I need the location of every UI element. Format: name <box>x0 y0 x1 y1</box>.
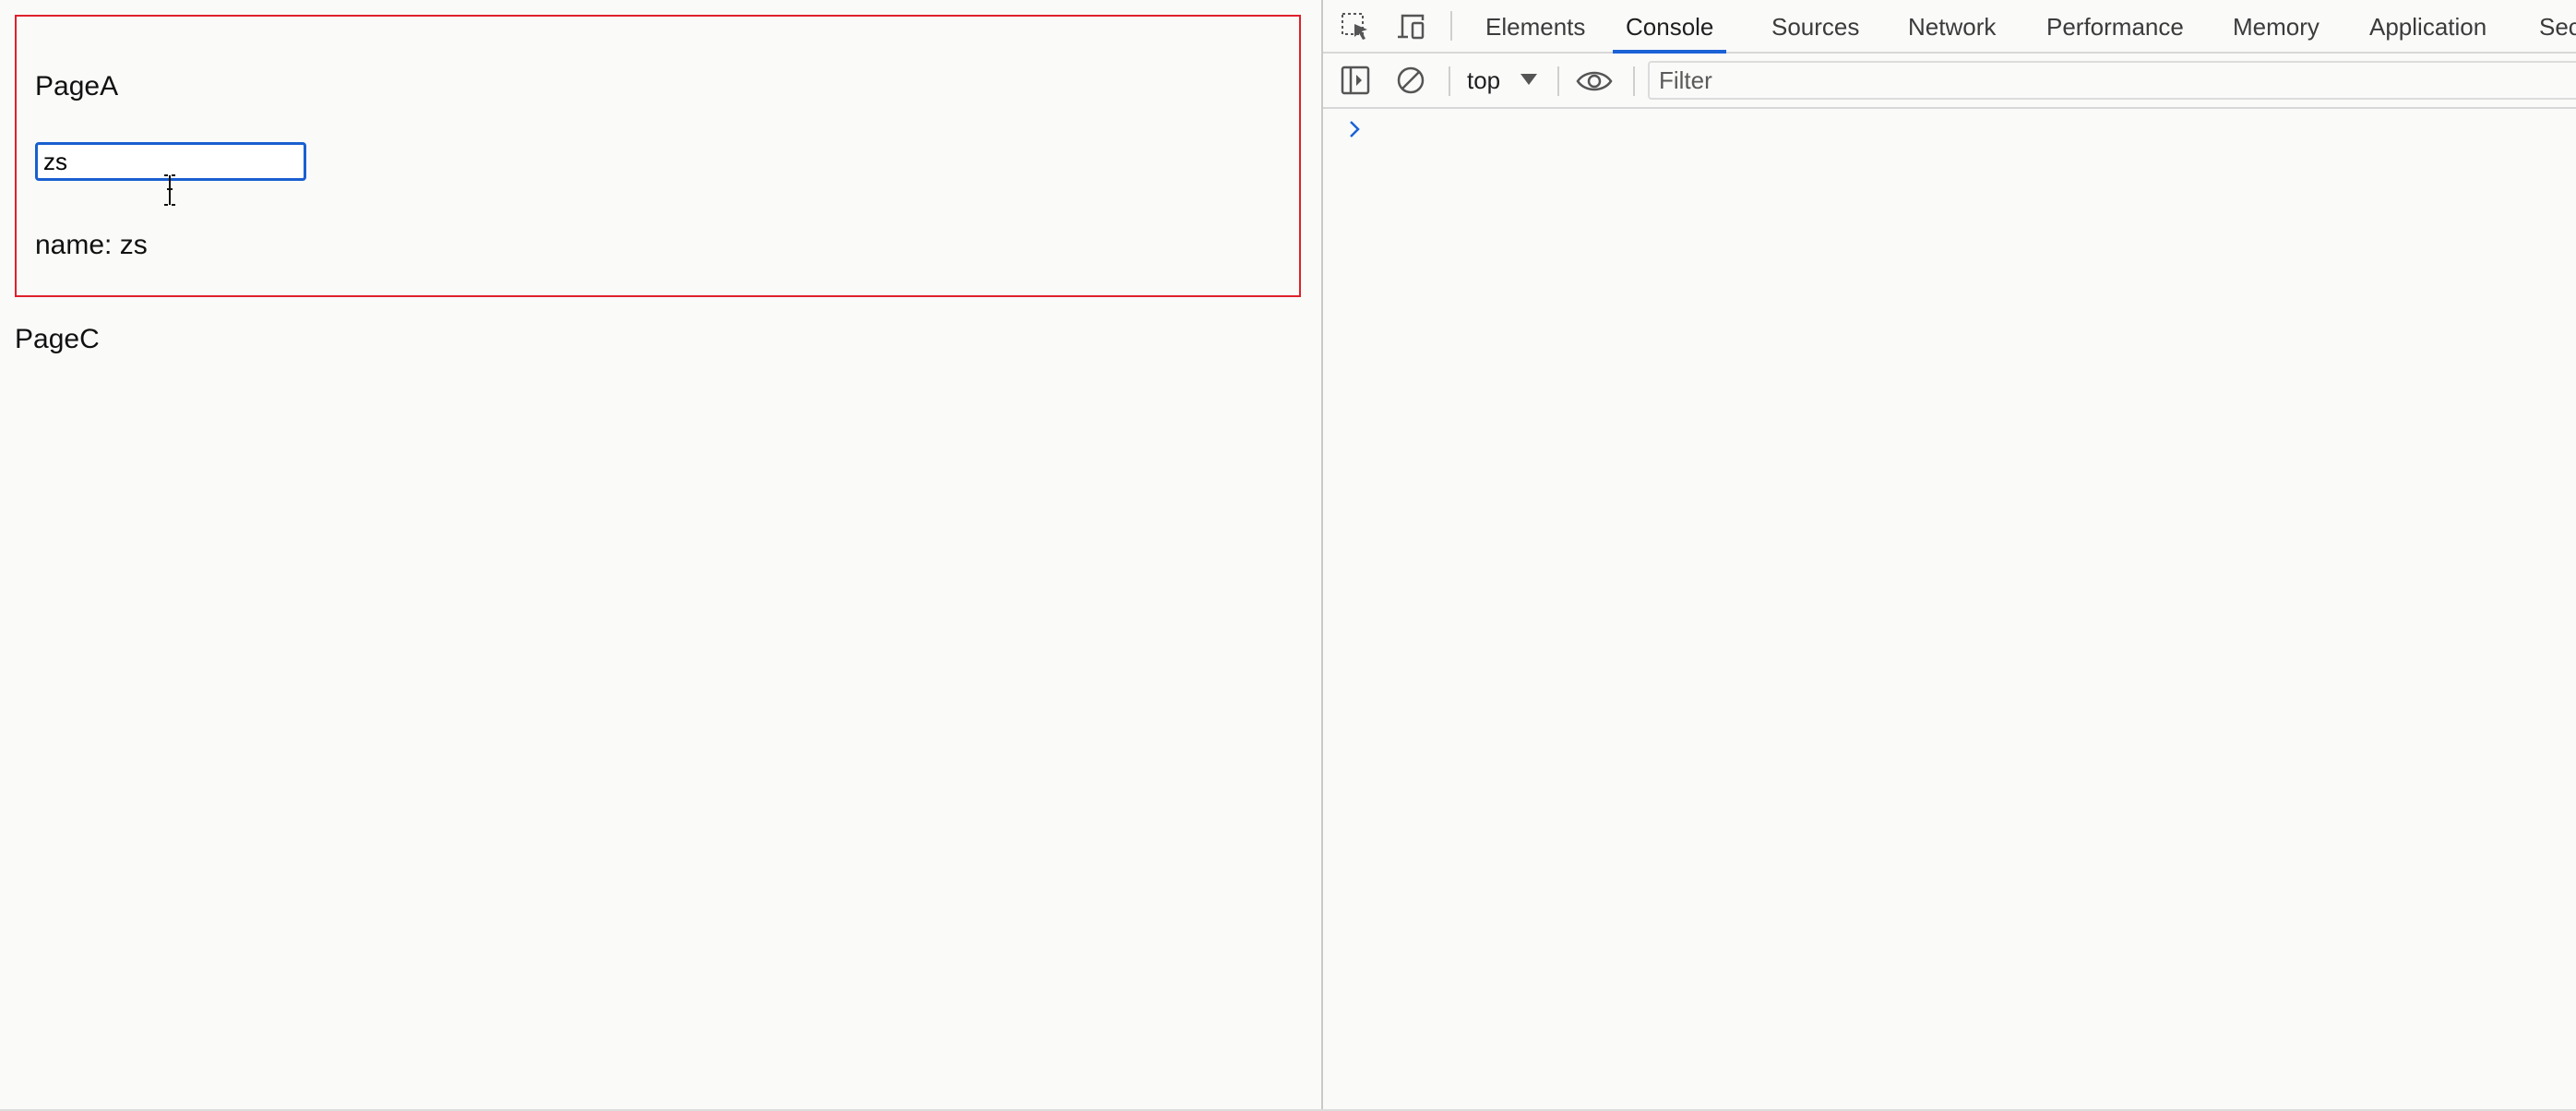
tabbar-separator <box>1450 11 1452 41</box>
webpage-viewport: PageA name: zs PageC <box>0 0 1321 1111</box>
console-filter-input[interactable] <box>1648 61 2576 100</box>
tab-memory[interactable]: Memory <box>2233 0 2320 54</box>
live-expression-eye-icon[interactable] <box>1576 66 1613 97</box>
tab-console[interactable]: Console <box>1613 0 1727 54</box>
tab-sources[interactable]: Sources <box>1771 0 1859 54</box>
tab-elements[interactable]: Elements <box>1485 0 1585 54</box>
device-toolbar-icon[interactable] <box>1395 11 1426 42</box>
caret-down-icon[interactable] <box>1521 74 1537 85</box>
toolbar-separator <box>1557 66 1559 96</box>
chevron-right-icon[interactable] <box>1345 116 1364 142</box>
tab-application[interactable]: Application <box>2369 0 2487 54</box>
page-c-title: PageC <box>15 324 100 354</box>
page-a-title: PageA <box>35 71 119 102</box>
tab-security[interactable]: Sec <box>2539 0 2576 54</box>
inspect-element-icon[interactable] <box>1340 11 1371 42</box>
sidebar-toggle-icon[interactable] <box>1340 65 1371 96</box>
name-value: zs <box>119 230 148 260</box>
devtools-panel: Elements Console Sources Network Perform… <box>1321 0 2576 1111</box>
name-label: name: <box>35 230 120 260</box>
tab-performance[interactable]: Performance <box>2046 0 2184 54</box>
text-cursor-icon <box>164 174 175 206</box>
toolbar-separator <box>1633 66 1635 96</box>
name-display: name: zs <box>35 227 148 264</box>
clear-console-icon[interactable] <box>1395 65 1426 96</box>
devtools-tabbar: Elements Console Sources Network Perform… <box>1323 0 2576 54</box>
context-selector[interactable]: top <box>1467 54 1500 107</box>
tab-network[interactable]: Network <box>1908 0 1996 54</box>
console-toolbar: top <box>1323 54 2576 109</box>
toolbar-separator <box>1449 66 1450 96</box>
page-a-container: PageA name: zs <box>15 15 1301 297</box>
